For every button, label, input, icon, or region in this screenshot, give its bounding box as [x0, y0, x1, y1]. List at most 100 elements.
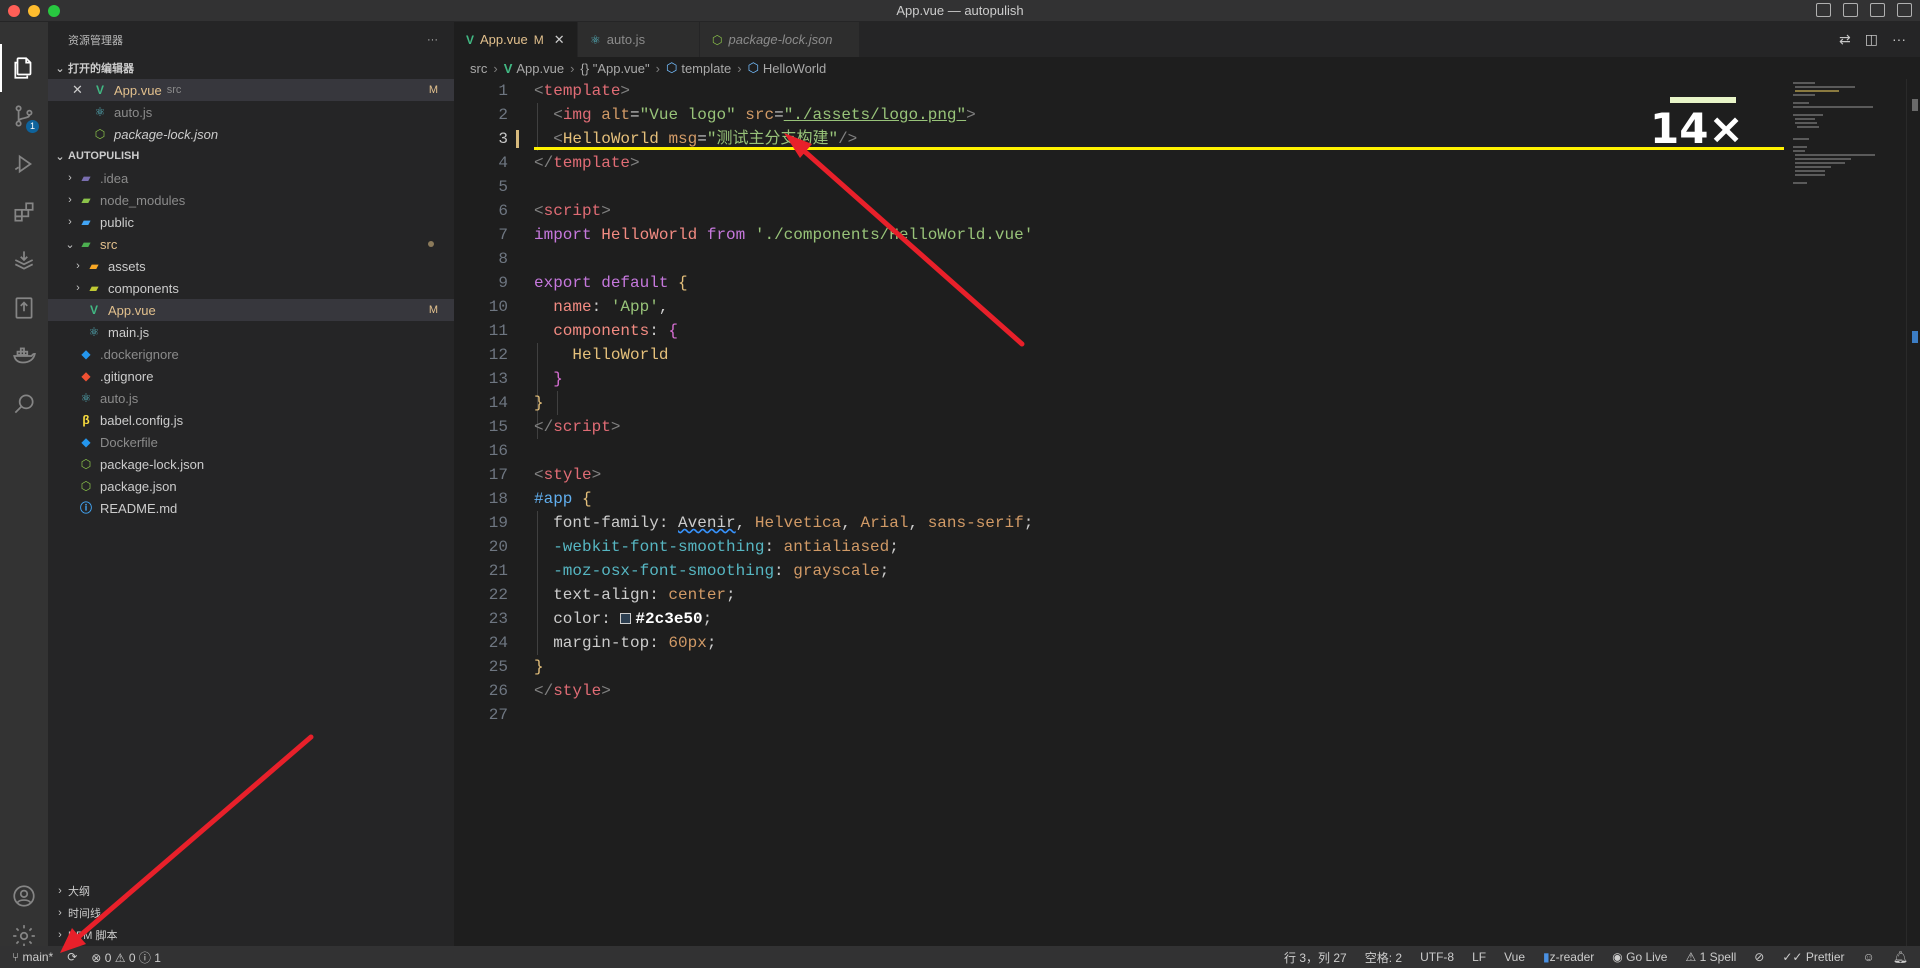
tree-item-package-json[interactable]: ⬡ package.json [48, 475, 454, 497]
end-of-line[interactable]: LF [1472, 950, 1486, 964]
minimap-line [1795, 118, 1815, 120]
code-token: { [668, 322, 679, 340]
tree-item-readme[interactable]: ⓘ README.md [48, 497, 454, 519]
code-line: 13 } [454, 367, 1784, 391]
tab-auto-js[interactable]: ⚛ auto.js [578, 22, 700, 57]
eye-off-icon[interactable]: ⊘ [1754, 950, 1764, 964]
toggle-secondary-sidebar-icon[interactable] [1870, 3, 1885, 17]
tree-item-package-lock[interactable]: ⬡ package-lock.json [48, 453, 454, 475]
file-folder-tag: src [166, 84, 182, 96]
minimap-line [1795, 158, 1851, 160]
open-editors-section[interactable]: ⌄ 打开的编辑器 [48, 57, 454, 79]
vertical-scrollbar[interactable] [1906, 79, 1920, 946]
chevron-right-icon: › [493, 60, 498, 76]
cursor-position[interactable]: 行 3，列 27 [1284, 949, 1347, 966]
book-icon: ▮ [1543, 950, 1550, 964]
editor-actions: ⇄ ◫ ··· [1839, 31, 1906, 48]
account-icon[interactable] [10, 882, 38, 910]
chevron-right-icon: › [68, 194, 72, 206]
tree-item-assets[interactable]: › ▰ assets [48, 255, 454, 277]
tree-item-dockerfile[interactable]: ◆ Dockerfile [48, 431, 454, 453]
broadcast-icon: ◉ [1612, 950, 1623, 964]
open-editor-auto-js[interactable]: ⚛ auto.js [48, 101, 454, 123]
code-token: HelloWorld [572, 346, 669, 364]
deploy-icon[interactable] [10, 246, 38, 274]
outline-section[interactable]: › 大纲 [48, 880, 454, 902]
chevron-right-icon: › [76, 260, 80, 272]
notifications-bell-icon[interactable]: 🔔︎ [1893, 950, 1908, 964]
docker-icon[interactable] [10, 342, 38, 370]
branch-indicator[interactable]: ⑂ main* [12, 950, 53, 964]
run-debug-icon[interactable] [10, 150, 38, 178]
close-icon[interactable]: ✕ [554, 32, 565, 48]
breadcrumb-item[interactable]: template [681, 61, 731, 76]
line-number: 22 [488, 586, 508, 604]
open-editor-package-lock[interactable]: ⬡ package-lock.json [48, 123, 454, 145]
tree-item-public[interactable]: › ▰ public [48, 211, 454, 233]
chevron-right-icon: › [570, 60, 575, 76]
indentation[interactable]: 空格: 2 [1365, 949, 1402, 966]
compare-changes-icon[interactable]: ⇄ [1839, 31, 1851, 48]
spell-item[interactable]: ⚠ 1 Spell [1685, 950, 1736, 964]
chevron-down-icon: ⌄ [55, 150, 65, 163]
customize-layout-icon[interactable] [1897, 3, 1912, 17]
search-icon[interactable] [10, 390, 38, 418]
folder-icon: ▰ [81, 215, 91, 229]
vue-file-icon: V [89, 303, 98, 317]
tree-item-dockerignore[interactable]: ◆ .dockerignore [48, 343, 454, 365]
z-reader-item[interactable]: ▮z-reader [1543, 950, 1594, 964]
feedback-icon[interactable]: ☺ [1863, 950, 1875, 964]
tree-item-app-vue[interactable]: V App.vue M [48, 299, 454, 321]
line-number: 5 [498, 178, 508, 196]
code-token: HelloWorld [601, 226, 698, 244]
tab-app-vue[interactable]: V App.vue M ✕ [454, 22, 578, 57]
tab-package-lock[interactable]: ⬡ package-lock.json [700, 22, 860, 57]
project-section[interactable]: ⌄ AUTOPULISH [48, 145, 454, 167]
tree-item-gitignore[interactable]: ◆ .gitignore [48, 365, 454, 387]
breadcrumb-item[interactable]: HelloWorld [763, 61, 826, 76]
more-actions-button[interactable]: ··· [427, 34, 438, 46]
code-line: 4 </template> [454, 151, 1784, 175]
close-icon[interactable]: ✕ [72, 82, 86, 98]
minimap-line [1795, 174, 1825, 176]
minimap-line [1795, 170, 1825, 172]
open-editor-app-vue[interactable]: ✕ V App.vue src M [48, 79, 454, 101]
tree-item-node-modules[interactable]: › ▰ node_modules [48, 189, 454, 211]
npm-scripts-section[interactable]: › NPM 脚本 [48, 924, 454, 946]
extensions-icon[interactable] [10, 198, 38, 226]
tree-item-components[interactable]: › ▰ components [48, 277, 454, 299]
line-number: 20 [488, 538, 508, 556]
code-line: 22 text-align: center; [454, 583, 1784, 607]
tree-item-main-js[interactable]: ⚛ main.js [48, 321, 454, 343]
tree-item-auto-js[interactable]: ⚛ auto.js [48, 387, 454, 409]
code-token[interactable]: "./assets/logo.png" [784, 106, 966, 124]
explorer-icon[interactable] [10, 54, 38, 82]
minimap[interactable] [1785, 80, 1905, 190]
tree-item-babel-config[interactable]: β babel.config.js [48, 409, 454, 431]
split-editor-icon[interactable]: ◫ [1865, 31, 1878, 48]
tree-item-src[interactable]: ⌄ ▰ src [48, 233, 454, 255]
code-editor[interactable]: 1 <template> 2 <img alt="Vue logo" src=".… [454, 79, 1920, 946]
more-icon[interactable]: ··· [1892, 31, 1906, 48]
remote-icon[interactable] [10, 294, 38, 322]
toggle-sidebar-icon[interactable] [1816, 3, 1831, 17]
breadcrumb-item[interactable]: {} "App.vue" [580, 61, 649, 76]
breadcrumb-item[interactable]: src [470, 61, 487, 76]
sync-icon[interactable]: ⟳ [67, 950, 77, 964]
chevron-down-icon: ⌄ [65, 238, 75, 251]
problems-indicator[interactable]: ⊗ 0 ⚠ 0 ⓘ 1 [91, 949, 161, 966]
go-live-button[interactable]: ◉ Go Live [1612, 950, 1667, 964]
tree-item-idea[interactable]: › ▰ .idea [48, 167, 454, 189]
react-file-icon: ⚛ [80, 391, 92, 405]
title-bar: App.vue — autopulish [0, 0, 1920, 22]
timeline-section[interactable]: › 时间线 [48, 902, 454, 924]
prettier-item[interactable]: ✓✓ Prettier [1782, 950, 1844, 964]
color-swatch[interactable] [620, 613, 632, 624]
zoom-indicator: 14× [1650, 104, 1744, 153]
info-file-icon: ⓘ [79, 501, 92, 515]
minimap-line [1793, 150, 1805, 152]
language-mode[interactable]: Vue [1504, 950, 1525, 964]
breadcrumb-item[interactable]: App.vue [516, 61, 564, 76]
encoding[interactable]: UTF-8 [1420, 950, 1454, 964]
toggle-panel-icon[interactable] [1843, 3, 1858, 17]
